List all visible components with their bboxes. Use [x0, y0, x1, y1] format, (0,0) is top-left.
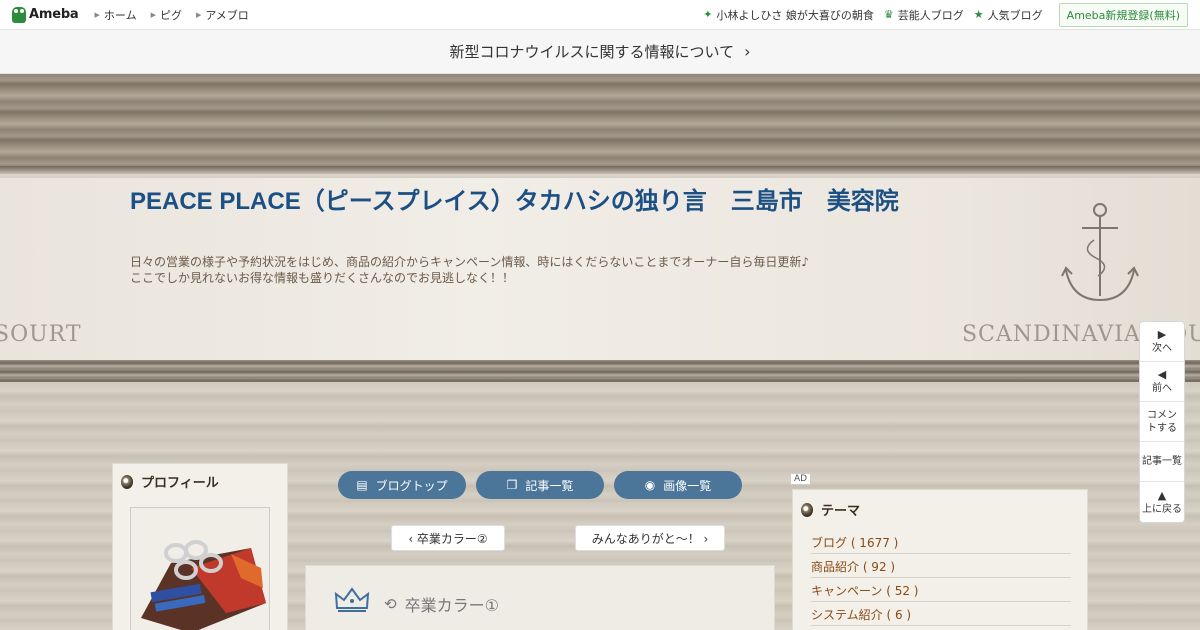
article-list-button[interactable]: ❐ 記事一覧 — [476, 471, 604, 499]
article-title-text: 卒業カラー① — [404, 596, 499, 615]
next-button[interactable]: ▶ 次へ — [1140, 322, 1184, 362]
wood-divider — [0, 360, 1200, 382]
image-list-button[interactable]: ◉ 画像一覧 — [614, 471, 742, 499]
blog-title[interactable]: PEACE PLACE（ピースプレイス）タカハシの独り言 三島市 美容院 — [130, 186, 930, 218]
comment-label: コメントする — [1147, 409, 1177, 434]
side-article-list-button[interactable]: 記事一覧 — [1140, 442, 1184, 482]
caret-right-icon: ▶ — [150, 10, 156, 19]
header-deco-text-left: SOURT — [0, 322, 82, 347]
theme-item-campaign[interactable]: キャンペーン ( 52 ) — [811, 578, 1071, 602]
profile-image[interactable] — [130, 507, 270, 630]
article-title[interactable]: ⟲ 卒業カラー① — [384, 592, 499, 616]
profile-heading: プロフィール — [113, 464, 287, 499]
crown-icon — [334, 587, 370, 612]
top-navigation-bar: Ameba ▶ ホーム ▶ ピグ ▶ アメブロ ✦ 小林よしひさ 娘が大喜びの朝食 ♛ 芸… — [0, 0, 1200, 30]
next-label: 次へ — [1152, 343, 1172, 354]
nav-link-pigg[interactable]: ▶ ピグ — [151, 7, 182, 23]
back-to-top-label: 上に戻る — [1142, 503, 1182, 515]
sparkle-icon: ✦ — [703, 8, 713, 21]
reverse-icon: ◀ — [1157, 368, 1167, 381]
prev-button[interactable]: ◀ 前へ — [1140, 362, 1184, 402]
nav-link-label: ホーム — [103, 8, 137, 22]
crown-icon: ♛ — [883, 8, 894, 21]
play-icon: ▶ — [1157, 328, 1167, 341]
popular-blog-label: 人気ブログ — [987, 8, 1043, 22]
theme-title: テーマ — [821, 504, 861, 519]
chevron-right-icon: › — [744, 42, 751, 61]
ad-label: AD — [790, 473, 812, 485]
document-icon: ▤ — [356, 478, 368, 492]
camera-icon: ◉ — [644, 478, 656, 492]
prev-label: 前へ — [1152, 383, 1172, 394]
theme-heading: テーマ — [793, 490, 1087, 529]
reblog-icon: ⟲ — [384, 595, 397, 613]
frog-logo-icon — [12, 6, 26, 23]
caret-right-icon: ▶ — [94, 10, 100, 19]
profile-box: プロフィール — [112, 463, 288, 630]
top-right-links: ✦ 小林よしひさ 娘が大喜びの朝食 ♛ 芸能人ブログ ★ 人気ブログ Ameba新規登… — [693, 2, 1200, 27]
nav-link-label: アメブロ — [205, 8, 249, 22]
register-button[interactable]: Ameba新規登録(無料) — [1058, 2, 1188, 27]
theme-list: ブログ ( 1677 ) 商品紹介 ( 92 ) キャンペーン ( 52 ) シ… — [811, 530, 1071, 626]
back-to-top-button[interactable]: ▲ 上に戻る — [1140, 482, 1184, 522]
next-article-link[interactable]: みんなありがと〜！ › — [575, 525, 725, 551]
comment-button[interactable]: コメントする — [1140, 402, 1184, 442]
nav-link-label: ピグ — [159, 8, 182, 22]
profile-title: プロフィール — [141, 476, 219, 491]
star-icon: ★ — [973, 8, 984, 21]
copy-icon: ❐ — [506, 478, 518, 492]
theme-item-system[interactable]: システム紹介 ( 6 ) — [811, 602, 1071, 626]
article-card: ⟲ 卒業カラー① — [305, 565, 775, 630]
featured-link[interactable]: ✦ 小林よしひさ 娘が大喜びの朝食 — [703, 7, 874, 23]
blog-description-line: ここでしか見れないお得な情報も盛りだくさんなのでお見逃しなく！！ — [130, 271, 515, 285]
celebrity-blog-link[interactable]: ♛ 芸能人ブログ — [884, 7, 964, 23]
nav-link-ameblo[interactable]: ▶ アメブロ — [196, 7, 249, 23]
floating-side-nav: ▶ 次へ ◀ 前へ コメントする 記事一覧 ▲ 上に戻る — [1139, 321, 1185, 523]
notice-text: 新型コロナウイルスに関する情報について — [449, 43, 735, 61]
product-photo — [131, 508, 269, 630]
bullet-icon — [801, 502, 813, 517]
caret-right-icon: ▶ — [195, 10, 202, 19]
logo-text: Ameba — [29, 7, 79, 22]
theme-item-products[interactable]: 商品紹介 ( 92 ) — [811, 554, 1071, 578]
ameba-logo[interactable]: Ameba — [12, 6, 79, 23]
blog-description-line: 日々の営業の様子や予約状況をはじめ、商品の紹介からキャンペーン情報、時にはくだら… — [130, 255, 810, 269]
article-list-label: 記事一覧 — [525, 478, 574, 493]
featured-link-label: 小林よしひさ 娘が大喜びの朝食 — [716, 8, 874, 22]
bullet-icon — [121, 474, 133, 489]
blog-top-label: ブログトップ — [375, 478, 448, 493]
prev-article-link[interactable]: ‹ 卒業カラー② — [391, 525, 505, 551]
header-wood-background — [0, 74, 1200, 174]
nav-link-home[interactable]: ▶ ホーム — [95, 7, 137, 23]
blog-description: 日々の営業の様子や予約状況をはじめ、商品の紹介からキャンペーン情報、時にはくだら… — [130, 254, 850, 286]
theme-item-blog[interactable]: ブログ ( 1677 ) — [811, 530, 1071, 554]
anchor-icon — [1061, 203, 1139, 302]
arrow-up-icon: ▲ — [1157, 488, 1167, 502]
theme-box: テーマ ブログ ( 1677 ) 商品紹介 ( 92 ) キャンペーン ( 52… — [792, 489, 1088, 630]
side-article-list-label: 記事一覧 — [1142, 456, 1182, 467]
popular-blog-link[interactable]: ★ 人気ブログ — [974, 7, 1043, 23]
image-list-label: 画像一覧 — [663, 478, 712, 493]
celebrity-blog-label: 芸能人ブログ — [897, 8, 964, 22]
blog-top-button[interactable]: ▤ ブログトップ — [338, 471, 466, 499]
covid-notice-link[interactable]: 新型コロナウイルスに関する情報について › — [0, 30, 1200, 74]
